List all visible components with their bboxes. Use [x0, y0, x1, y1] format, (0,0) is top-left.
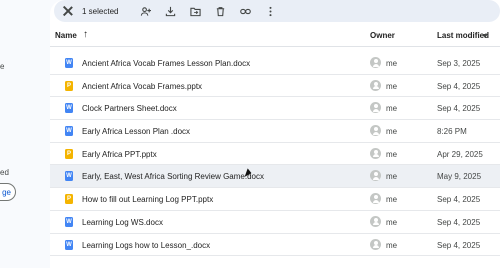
link-icon[interactable] — [240, 6, 252, 17]
file-owner: me — [386, 59, 398, 68]
file-row[interactable]: P Ancient Africa Vocab Frames.pptx me Sep 4… — [50, 75, 500, 98]
file-list: W Ancient Africa Vocab Frames Lesson Plan… — [50, 52, 500, 257]
docs-file-icon: W — [65, 103, 73, 114]
slides-file-icon: P — [65, 148, 73, 159]
file-modified: Sep 4, 2025 — [437, 104, 481, 114]
sidebar-button[interactable]: ge — [0, 183, 16, 201]
file-name: Ancient Africa Vocab Frames Lesson Plan.… — [82, 59, 251, 68]
file-modified: Sep 4, 2025 — [437, 195, 481, 205]
file-row[interactable]: W Learning Log WS.docx me Sep 4, 2025 — [50, 211, 500, 234]
file-modified: May 9, 2025 — [437, 172, 482, 182]
close-icon[interactable] — [62, 5, 74, 17]
slides-file-icon: P — [65, 80, 73, 91]
file-row[interactable]: P How to fill out Learning Log PPT.pptx me… — [50, 188, 500, 211]
file-owner: me — [386, 240, 398, 250]
trash-icon[interactable] — [215, 6, 226, 17]
file-name: Early Africa Lesson Plan .docx — [82, 127, 191, 137]
file-name: Learning Log WS.docx — [82, 217, 163, 227]
sidebar-text-fragment: e — [0, 62, 5, 71]
add-person-icon[interactable] — [140, 6, 152, 17]
file-name: Clock Partners Sheet.docx — [82, 104, 177, 114]
file-name: Early, East, West Africa Sorting Review … — [82, 172, 264, 182]
docs-file-icon: W — [65, 58, 73, 68]
file-row[interactable]: W Early Africa Lesson Plan .docx me 8:26 PM — [50, 120, 500, 143]
file-owner: me — [386, 104, 398, 114]
avatar — [370, 125, 381, 137]
avatar — [370, 147, 381, 159]
selected-count: 1 selected — [82, 6, 119, 16]
file-modified: Apr 29, 2025 — [437, 149, 483, 159]
slides-file-icon: P — [65, 194, 73, 205]
file-owner: me — [386, 127, 398, 137]
file-owner: me — [386, 149, 398, 159]
file-list-panel: 1 selected Name ↑ Owner Last modified WA… — [50, 0, 500, 268]
file-modified: 8:26 PM — [437, 127, 467, 137]
file-modified: Sep 4, 2025 — [437, 217, 481, 227]
column-header: Name ↑ Owner Last modified — [50, 26, 500, 46]
file-name: Ancient Africa Vocab Frames.pptx — [82, 81, 203, 91]
file-modified: Sep 4, 2025 — [437, 81, 481, 91]
avatar — [370, 57, 381, 68]
file-owner: me — [386, 81, 398, 91]
docs-file-icon: W — [65, 239, 73, 250]
file-modified: Sep 3, 2025 — [437, 59, 481, 68]
left-sidebar: e ed ge — [0, 0, 50, 268]
file-row[interactable]: P Early Africa PPT.pptx me Apr 29, 2025 — [50, 143, 500, 166]
avatar — [370, 79, 381, 91]
download-icon[interactable] — [165, 6, 176, 17]
file-owner: me — [386, 195, 398, 205]
avatar — [370, 238, 381, 250]
file-owner: me — [386, 172, 398, 182]
file-row[interactable]: W Learning Logs how to Lesson_.docx me Sep … — [50, 234, 500, 257]
docs-file-icon: W — [65, 216, 73, 227]
selection-toolbar: 1 selected — [54, 0, 500, 22]
docs-file-icon: W — [65, 171, 73, 182]
avatar — [370, 102, 381, 114]
header-divider — [50, 46, 500, 47]
docs-file-icon: W — [65, 126, 73, 137]
file-row[interactable]: W Ancient Africa Vocab Frames Lesson Plan… — [50, 52, 500, 75]
chevron-down-icon[interactable] — [482, 34, 488, 38]
file-row[interactable]: W Clock Partners Sheet.docx me Sep 4, 2025 — [50, 97, 500, 121]
file-modified: Sep 4, 2025 — [437, 240, 481, 250]
avatar — [370, 215, 381, 227]
file-owner: me — [386, 217, 398, 227]
file-row[interactable]: W Early, East, West Africa Sorting Review… — [50, 165, 500, 189]
file-name: Early Africa PPT.pptx — [82, 149, 157, 159]
sidebar-text-fragment-2: ed — [0, 168, 9, 177]
move-folder-icon[interactable] — [190, 6, 202, 17]
more-vert-icon[interactable] — [265, 6, 276, 17]
sidebar-button-label: ge — [2, 187, 11, 197]
owner-column-header: Owner — [370, 31, 395, 40]
name-column-header[interactable]: Name — [55, 31, 77, 40]
sort-arrow-icon[interactable]: ↑ — [83, 29, 88, 40]
avatar — [370, 193, 381, 205]
file-name: Learning Logs how to Lesson_.docx — [82, 240, 211, 250]
file-name: How to fill out Learning Log PPT.pptx — [82, 195, 214, 205]
avatar — [370, 170, 381, 182]
